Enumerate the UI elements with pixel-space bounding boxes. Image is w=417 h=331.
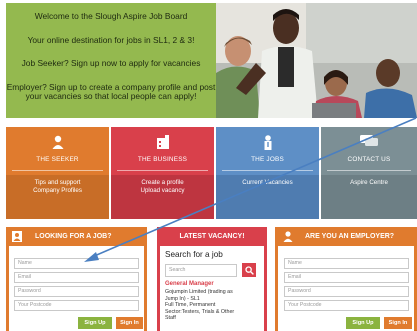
tile-link-profiles[interactable]: Company Profiles	[6, 187, 109, 195]
tile-divider	[12, 170, 103, 171]
vacancy-panel-body: Search for a job Search General Manager …	[160, 246, 264, 331]
latest-vacancy-panel: LATEST VACANCY! Search for a job Search …	[157, 227, 267, 331]
seeker-signup-button[interactable]: Sign Up	[78, 317, 112, 329]
seeker-form: Name Email Password Your Postcode Sign U…	[9, 246, 144, 331]
search-button[interactable]	[242, 263, 256, 277]
tile-links[interactable]: Create a profile Upload vacancy	[111, 179, 214, 195]
tile-link-create-profile[interactable]: Create a profile	[111, 179, 214, 187]
vacancy-details: Gojumpin Limited (trading as Jump In) - …	[165, 289, 234, 322]
employer-email-input[interactable]: Email	[284, 272, 409, 283]
job-search-input[interactable]: Search	[165, 264, 237, 277]
seeker-postcode-input[interactable]: Your Postcode	[14, 300, 139, 311]
hero-photo	[216, 3, 417, 118]
user-icon	[283, 231, 293, 242]
tile-divider	[117, 170, 208, 171]
tile-links[interactable]: Current Vacancies	[216, 179, 319, 187]
employer-signup-panel: ARE YOU AN EMPLOYER? Name Email Password…	[275, 227, 417, 331]
tile-divider	[222, 170, 313, 171]
seeker-password-input[interactable]: Password	[14, 286, 139, 297]
seeker-signin-button[interactable]: Sign In	[116, 317, 143, 329]
user-icon	[6, 135, 109, 153]
vacancy-detail-line: Staff	[165, 315, 176, 322]
user-add-icon	[12, 231, 22, 242]
tile-contact-us[interactable]: CONTACT US Aspire Centre	[321, 127, 417, 219]
chat-icon	[321, 135, 417, 153]
tile-link-upload-vacancy[interactable]: Upload vacancy	[111, 187, 214, 195]
tile-title: THE JOBS	[251, 156, 284, 163]
tile-divider	[327, 170, 411, 171]
person-icon	[216, 135, 319, 153]
vacancy-detail-line: Sector:Testers, Trials & Other	[165, 308, 235, 315]
employer-form: Name Email Password Your Postcode Sign U…	[278, 246, 414, 331]
tile-link-current-vacancies[interactable]: Current Vacancies	[216, 179, 319, 187]
employer-panel-header: ARE YOU AN EMPLOYER?	[278, 227, 414, 246]
tile-the-seeker[interactable]: THE SEEKER Tips and support Company Prof…	[6, 127, 109, 219]
welcome-heading: Welcome to the Slough Aspire Job Board	[34, 11, 188, 21]
employer-cta-text: Employer? Sign up to create a company pr…	[6, 81, 216, 102]
seeker-signup-panel: LOOKING FOR A JOB? Name Email Password Y…	[6, 227, 147, 331]
tile-link-aspire-centre[interactable]: Aspire Centre	[321, 179, 417, 187]
jobseeker-cta-text: Job Seeker? Sign up now to apply for vac…	[21, 58, 201, 69]
employer-postcode-input[interactable]: Your Postcode	[284, 300, 409, 311]
tile-title: CONTACT US	[347, 156, 391, 163]
tile-title: THE SEEKER	[36, 156, 79, 163]
tile-the-jobs[interactable]: THE JOBS Current Vacancies	[216, 127, 319, 219]
building-icon	[111, 135, 214, 153]
vacancy-detail-line: Full Time, Permanent	[165, 302, 216, 309]
search-icon	[244, 265, 254, 275]
seeker-panel-title: LOOKING FOR A JOB?	[35, 233, 112, 240]
employer-signin-button[interactable]: Sign In	[384, 317, 412, 329]
vacancy-panel-header: LATEST VACANCY!	[179, 233, 245, 240]
tile-links[interactable]: Aspire Centre	[321, 179, 417, 187]
tile-link-tips[interactable]: Tips and support	[6, 179, 109, 187]
tile-the-business[interactable]: THE BUSINESS Create a profile Upload vac…	[111, 127, 214, 219]
seeker-email-input[interactable]: Email	[14, 272, 139, 283]
vacancy-detail-line: Jump In) - SL1	[165, 295, 200, 302]
seeker-panel-header: LOOKING FOR A JOB?	[9, 227, 144, 246]
employer-panel-title: ARE YOU AN EMPLOYER?	[305, 233, 395, 240]
employer-password-input[interactable]: Password	[284, 286, 409, 297]
search-job-title: Search for a job	[165, 250, 223, 259]
vacancy-job-title[interactable]: General Manager	[165, 281, 214, 287]
seeker-name-input[interactable]: Name	[14, 258, 139, 269]
people-photo-illustration	[216, 3, 417, 118]
tile-title: THE BUSINESS	[137, 156, 188, 163]
employer-signup-button[interactable]: Sign Up	[346, 317, 380, 329]
welcome-tagline: Your online destination for jobs in SL1,…	[27, 34, 195, 45]
tile-links[interactable]: Tips and support Company Profiles	[6, 179, 109, 195]
welcome-banner: Welcome to the Slough Aspire Job Board Y…	[6, 3, 216, 118]
vacancy-detail-line: Gojumpin Limited (trading as	[165, 289, 233, 295]
employer-name-input[interactable]: Name	[284, 258, 409, 269]
